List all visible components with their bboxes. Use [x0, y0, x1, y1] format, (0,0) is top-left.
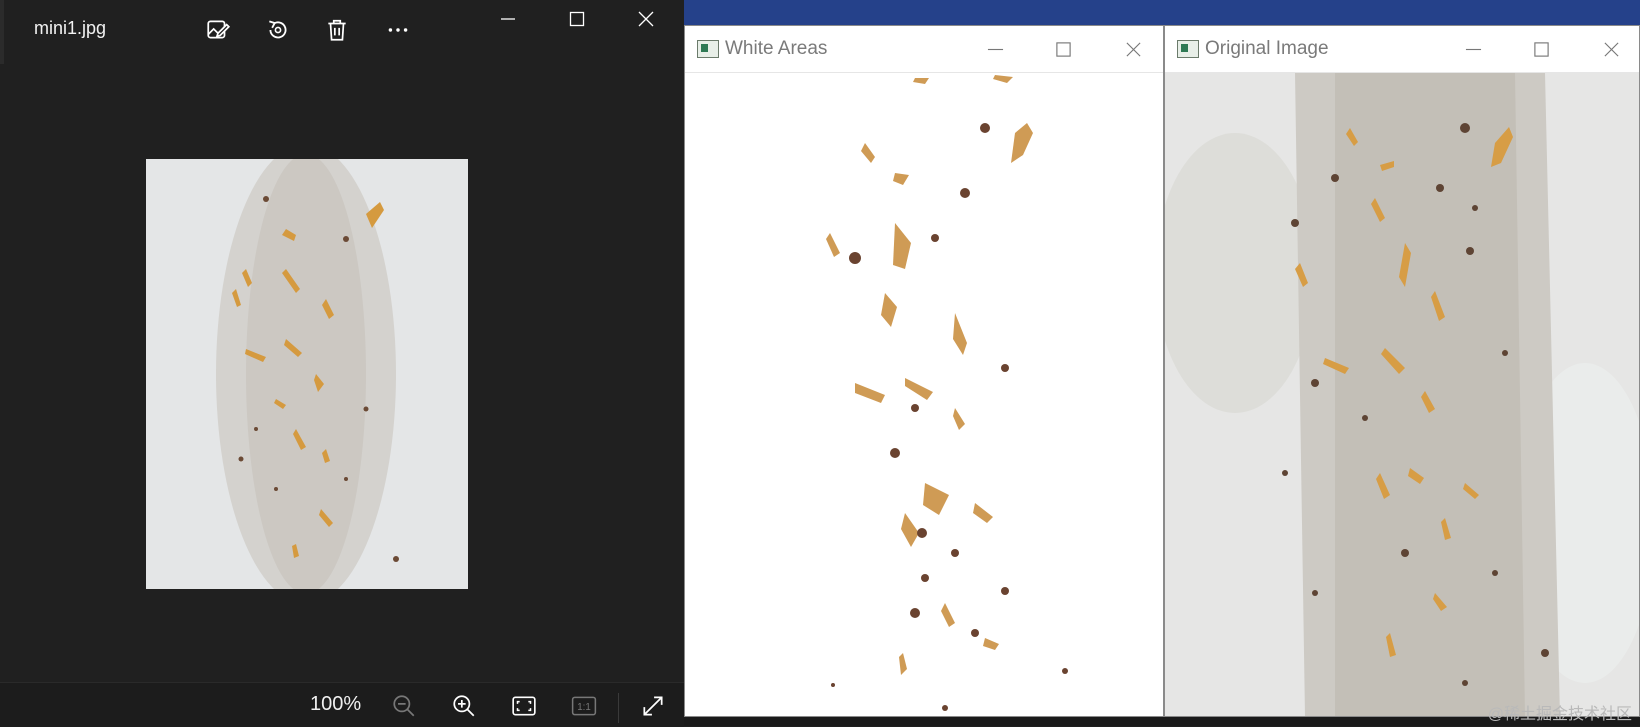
zoom-out-button[interactable] — [387, 691, 421, 721]
full-screen-button[interactable] — [636, 691, 670, 721]
close-icon — [1603, 41, 1619, 57]
original-image-maximize-button[interactable] — [1521, 34, 1561, 64]
close-icon — [1125, 41, 1141, 57]
original-image-minimize-button[interactable] — [1453, 34, 1493, 64]
edit-image-icon — [207, 20, 231, 39]
left-edge-strip — [0, 0, 4, 64]
gravel-image — [146, 159, 468, 589]
original-image-close-button[interactable] — [1591, 34, 1631, 64]
minimize-button[interactable] — [484, 2, 532, 36]
white-areas-titlebar[interactable]: White Areas — [685, 26, 1163, 73]
photo-preview — [146, 159, 468, 589]
edit-image-button[interactable] — [200, 12, 236, 48]
rotate-button[interactable] — [260, 12, 296, 48]
opencv-window-icon — [1177, 40, 1199, 58]
opencv-window-icon — [697, 40, 719, 58]
original-image-title: Original Image — [1205, 38, 1329, 59]
white-areas-minimize-button[interactable] — [975, 34, 1015, 64]
zoom-level-label: 100% — [310, 693, 362, 715]
actual-size-label: 1:1 — [577, 702, 591, 713]
more-options-button[interactable] — [380, 12, 416, 48]
fit-to-window-button[interactable] — [507, 691, 541, 721]
white-areas-title: White Areas — [725, 38, 828, 59]
original-image-titlebar[interactable]: Original Image — [1165, 26, 1639, 73]
white-areas-result-image — [685, 73, 1163, 716]
fit-to-window-icon — [512, 696, 536, 716]
white-areas-window: White Areas — [684, 25, 1164, 717]
desktop-background-strip — [684, 0, 1640, 26]
white-areas-maximize-button[interactable] — [1043, 34, 1083, 64]
original-image-window: Original Image — [1164, 25, 1640, 717]
maximize-icon — [569, 11, 585, 27]
minimize-icon — [987, 48, 1003, 50]
white-areas-canvas — [685, 73, 1163, 716]
zoom-in-icon — [453, 695, 475, 717]
toolbar-separator — [618, 693, 619, 723]
rotate-icon — [269, 20, 287, 39]
close-button[interactable] — [622, 2, 670, 36]
delete-icon — [328, 19, 346, 41]
full-screen-icon — [643, 696, 663, 716]
minimize-icon — [1465, 48, 1481, 50]
photo-bottom-toolbar: 100% 1:1 — [0, 682, 684, 727]
original-image-canvas — [1165, 73, 1639, 716]
zoom-out-icon — [393, 695, 415, 717]
actual-size-icon: 1:1 — [571, 696, 597, 716]
zoom-in-button[interactable] — [447, 691, 481, 721]
white-areas-close-button[interactable] — [1113, 34, 1153, 64]
close-icon — [638, 11, 654, 27]
minimize-icon — [501, 18, 515, 20]
photos-app-window: mini1.jpg 100% 1:1 — [0, 0, 684, 727]
actual-size-button[interactable]: 1:1 — [567, 691, 601, 721]
more-options-icon — [388, 28, 408, 32]
original-gravel-image — [1165, 73, 1639, 716]
file-name-title: mini1.jpg — [34, 18, 107, 38]
maximize-icon — [1055, 41, 1071, 57]
delete-button[interactable] — [319, 12, 355, 48]
maximize-button[interactable] — [553, 2, 601, 36]
maximize-icon — [1533, 41, 1549, 57]
watermark-text: @稀土掘金技术社区 — [1487, 706, 1632, 723]
